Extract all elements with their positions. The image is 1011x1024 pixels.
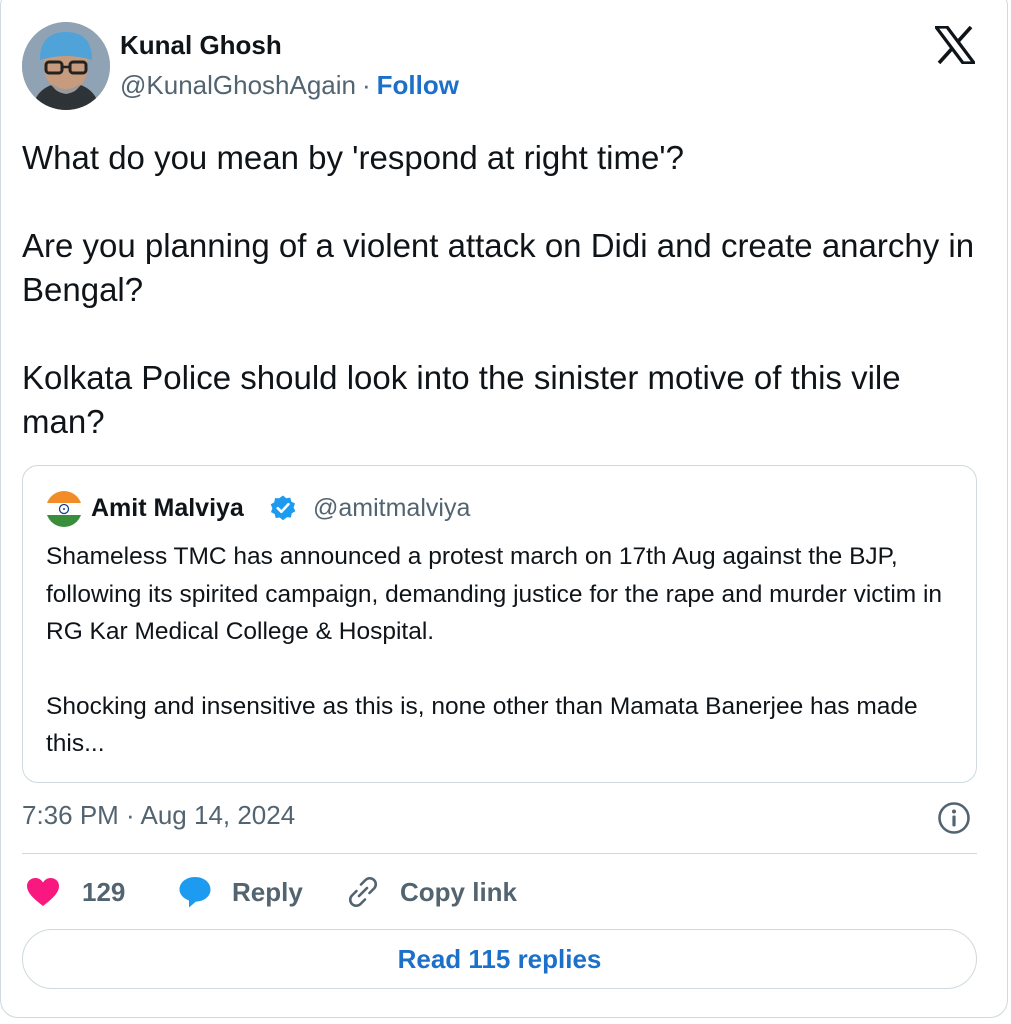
quoted-tweet[interactable]: Amit Malviya @amitmalviya Shameless TMC … [22, 465, 977, 783]
quoted-author-handle[interactable]: @amitmalviya [313, 494, 470, 523]
tweet-paragraph: What do you mean by 'respond at right ti… [22, 139, 684, 176]
tweet-text: What do you mean by 'respond at right ti… [22, 136, 982, 444]
link-icon [349, 877, 377, 907]
author-handle-row: @KunalGhoshAgain · Follow [120, 70, 459, 101]
x-logo-icon[interactable] [934, 25, 976, 65]
quoted-author-name[interactable]: Amit Malviya [91, 494, 244, 523]
verified-badge-icon [269, 494, 297, 522]
info-icon[interactable] [937, 801, 971, 835]
reply-button[interactable]: Reply [178, 870, 303, 914]
follow-button[interactable]: Follow [377, 70, 459, 100]
copy-link-button[interactable]: Copy link [346, 870, 517, 914]
author-handle[interactable]: @KunalGhoshAgain [120, 70, 356, 100]
reply-label: Reply [232, 876, 303, 907]
read-replies-label: Read 115 replies [397, 943, 602, 974]
read-replies-button[interactable]: Read 115 replies [22, 929, 977, 989]
like-count: 129 [82, 876, 126, 907]
copy-link-label: Copy link [400, 876, 518, 907]
quoted-paragraph: Shameless TMC has announced a protest ma… [46, 543, 943, 645]
quoted-author-avatar[interactable] [46, 491, 82, 527]
quoted-paragraph: Shocking and insensitive as this is, non… [46, 692, 918, 758]
author-avatar[interactable] [22, 22, 110, 110]
speech-bubble-icon [179, 877, 211, 908]
quoted-tweet-text: Shameless TMC has announced a protest ma… [46, 538, 961, 763]
handle-separator: · [362, 70, 371, 100]
heart-icon [27, 878, 59, 906]
tweet-timestamp[interactable]: 7:36 PM · Aug 14, 2024 [22, 800, 295, 831]
tweet-paragraph: Are you planning of a violent attack on … [22, 227, 975, 308]
divider [22, 853, 977, 854]
like-button[interactable]: 129 [26, 870, 125, 914]
tweet-paragraph: Kolkata Police should look into the sini… [22, 359, 901, 440]
author-name[interactable]: Kunal Ghosh [120, 30, 282, 61]
